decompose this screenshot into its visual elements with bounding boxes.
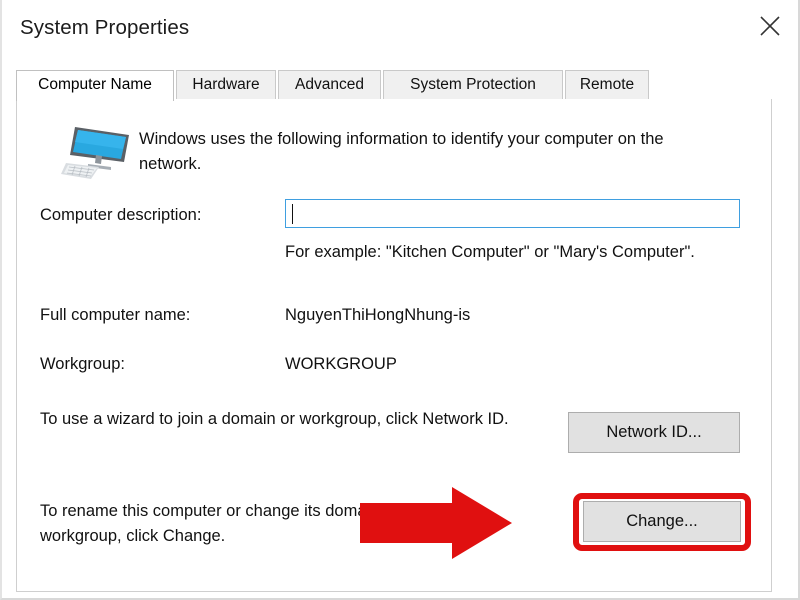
workgroup-label: Workgroup: — [40, 355, 125, 373]
full-computer-name-label: Full computer name: — [40, 306, 191, 324]
close-window-button[interactable] — [742, 2, 798, 48]
title-bar: System Properties — [2, 0, 798, 58]
full-computer-name-value: NguyenThiHongNhung-is — [285, 306, 471, 324]
system-properties-dialog: System Properties Computer Name Hardware… — [0, 0, 800, 600]
change-button[interactable]: Change... — [583, 501, 741, 542]
change-description: To rename this computer or change its do… — [40, 502, 399, 545]
close-x-icon — [760, 16, 780, 36]
window-title: System Properties — [20, 16, 190, 39]
tab-hardware[interactable]: Hardware — [176, 70, 276, 100]
tab-remote[interactable]: Remote — [565, 70, 649, 100]
workgroup-value: WORKGROUP — [285, 355, 397, 373]
computer-description-input[interactable] — [285, 199, 740, 228]
network-id-button[interactable]: Network ID... — [568, 412, 740, 453]
computer-name-tab-panel: Windows uses the following information t… — [16, 99, 772, 592]
intro-description: Windows uses the following information t… — [139, 130, 664, 173]
computer-monitor-icon — [61, 121, 135, 183]
tab-advanced[interactable]: Advanced — [278, 70, 381, 100]
example-hint-text: For example: "Kitchen Computer" or "Mary… — [285, 243, 695, 261]
network-id-description: To use a wizard to join a domain or work… — [40, 410, 509, 428]
tab-system-protection[interactable]: System Protection — [383, 70, 563, 100]
computer-description-label: Computer description: — [40, 206, 202, 224]
tab-computer-name[interactable]: Computer Name — [16, 70, 174, 101]
tab-strip: Computer Name Hardware Advanced System P… — [16, 70, 772, 101]
text-caret — [292, 204, 293, 224]
